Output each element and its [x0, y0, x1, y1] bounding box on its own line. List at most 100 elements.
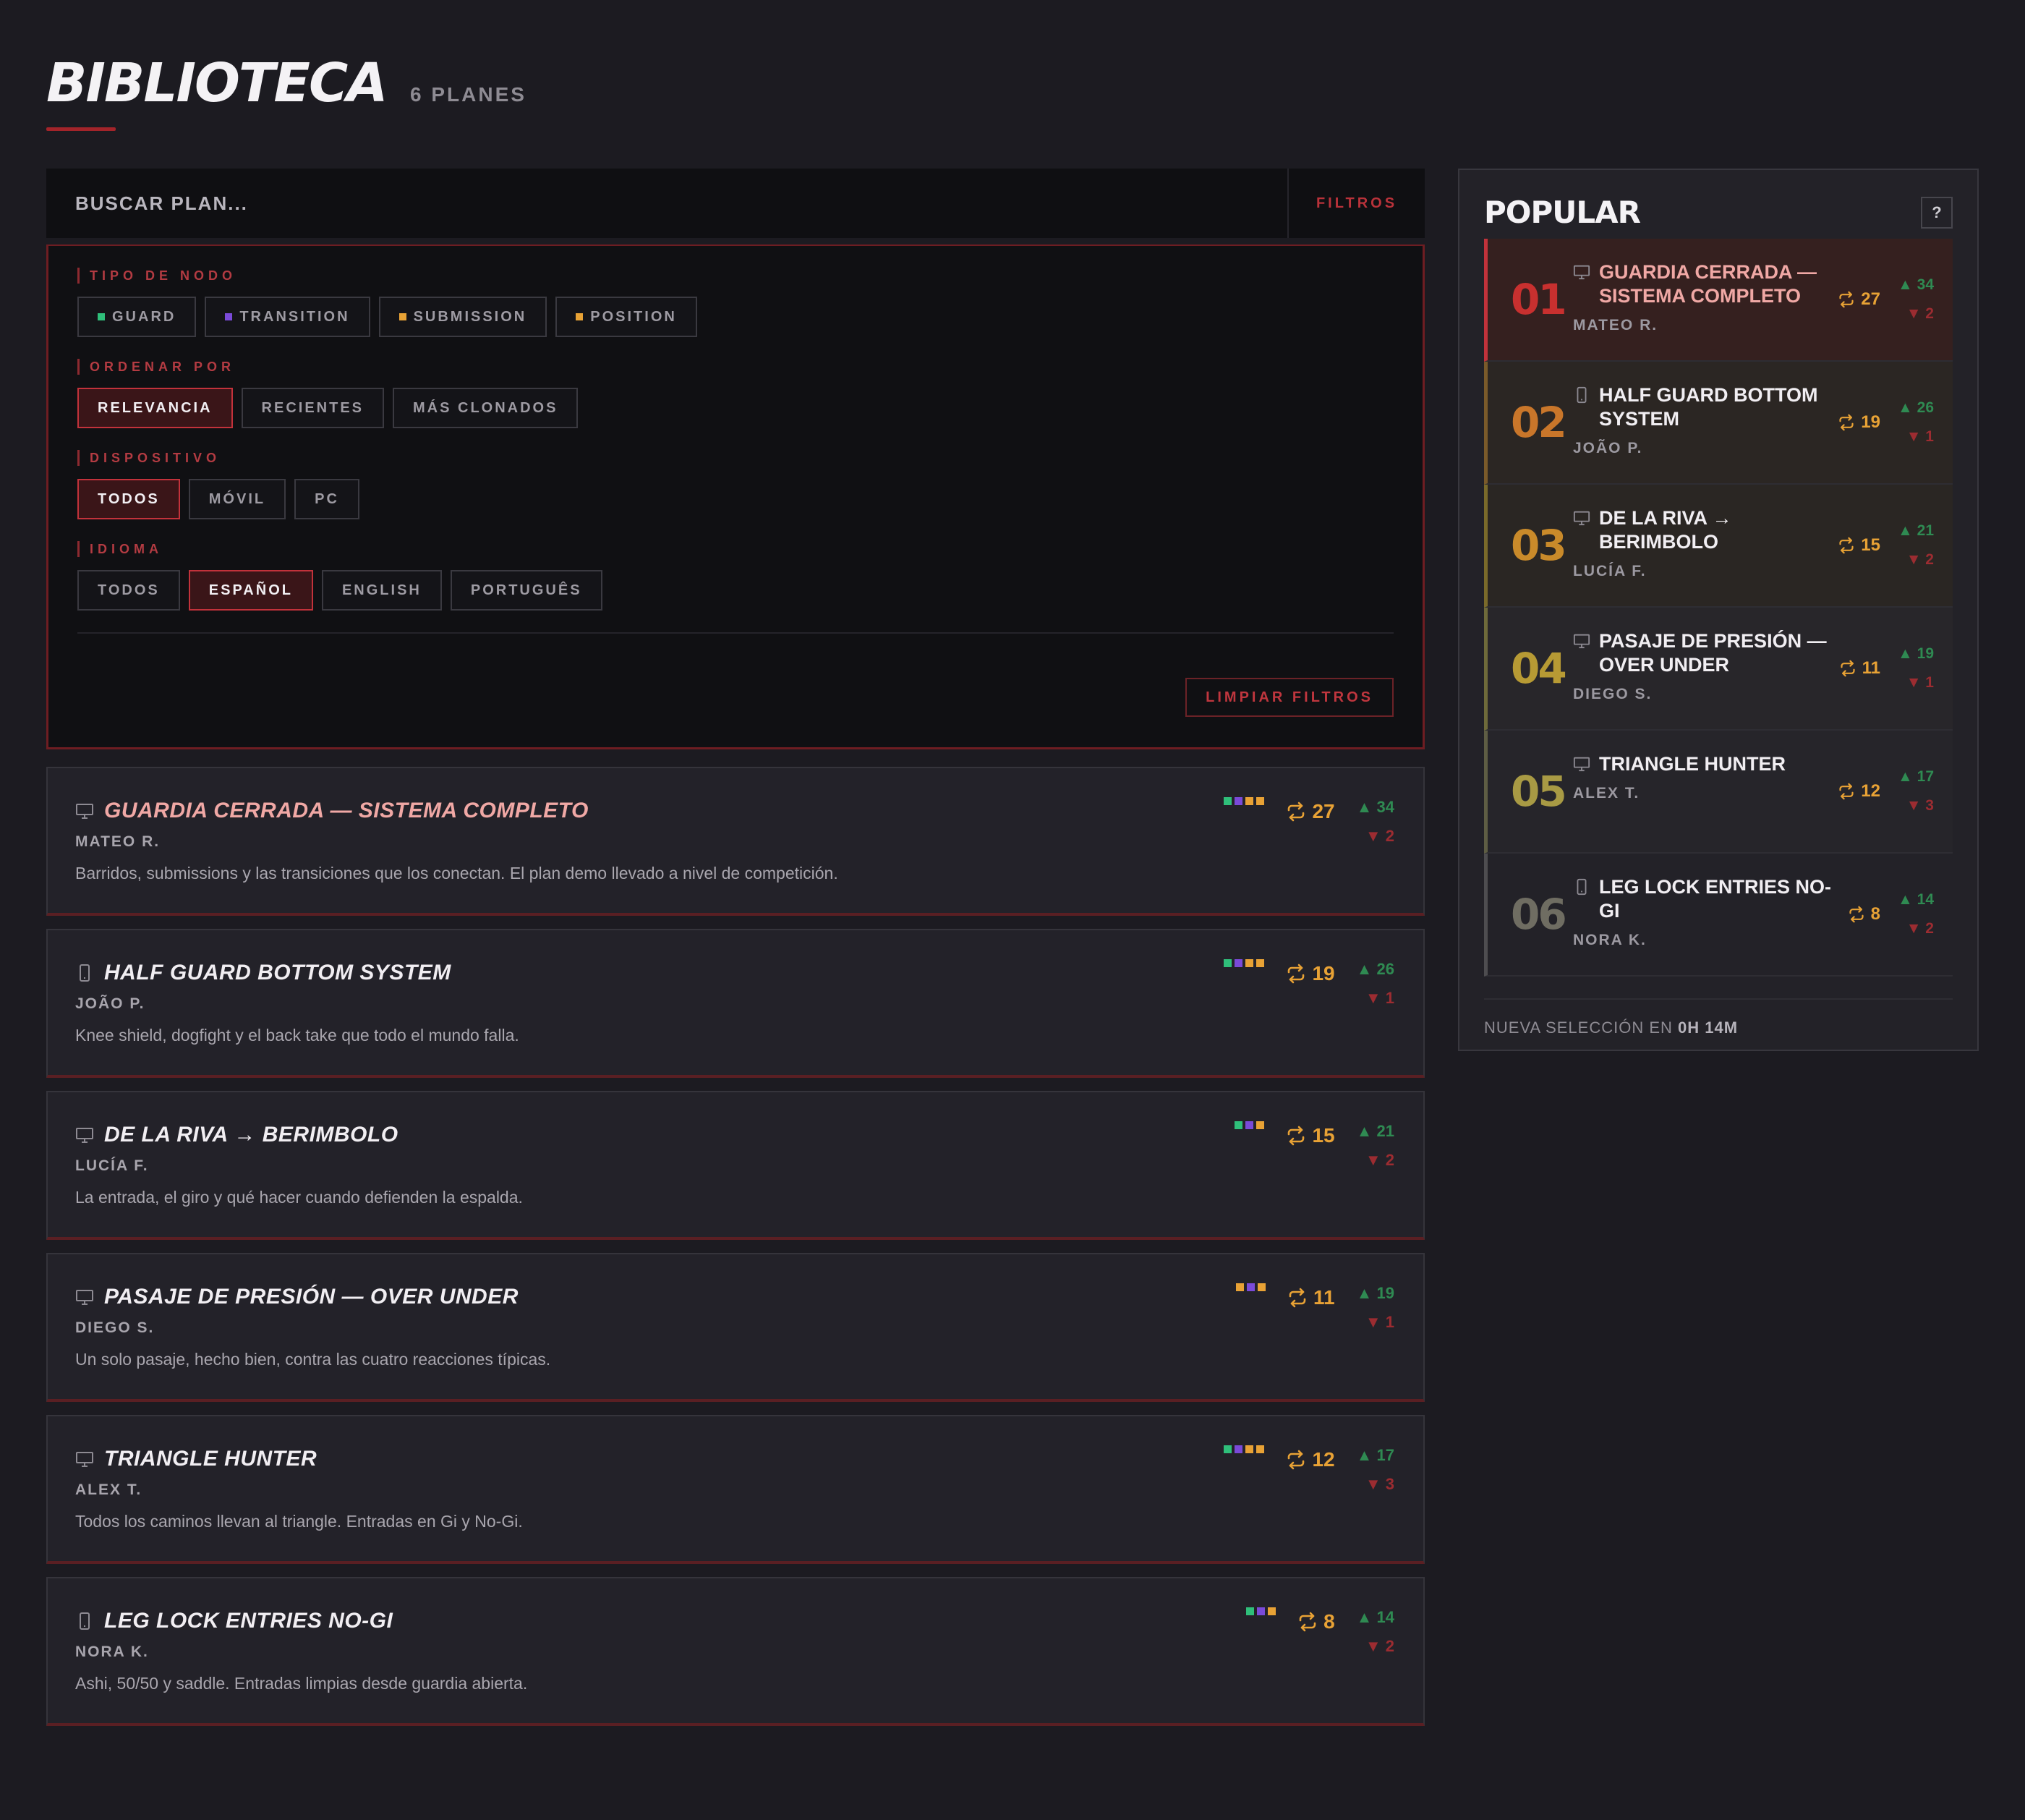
search-input[interactable] — [46, 169, 1287, 238]
clone-icon — [1838, 291, 1855, 308]
chip-language-portugues[interactable]: PORTUGUÊS — [450, 570, 602, 611]
chip-label: POSITION — [590, 308, 677, 325]
desktop-icon — [1573, 509, 1590, 527]
popular-item[interactable]: 05 TRIANGLE HUNTER ALEX T. 12 ▲ 17 ▼ 3 — [1484, 731, 1953, 854]
plan-title: HALF GUARD BOTTOM SYSTEM — [104, 961, 451, 985]
mobile-icon — [1573, 878, 1590, 896]
popular-item[interactable]: 03 DE LA RIVA → BERIMBOLO LUCÍA F. 15 ▲ 21 ▼ … — [1484, 485, 1953, 608]
clone-count: 11 — [1838, 658, 1880, 679]
downvote-count[interactable]: ▼ 3 — [1357, 1470, 1394, 1499]
node-type-dot — [1256, 797, 1265, 805]
page-title: BIBLIOTECA — [46, 52, 388, 114]
popular-item[interactable]: 02 HALF GUARD BOTTOM SYSTEM JOÃO P. 19 ▲ 26 ▼… — [1484, 362, 1953, 485]
downvote-count[interactable]: ▼ 1 — [1357, 984, 1394, 1013]
plan-card[interactable]: DE LA RIVA → BERIMBOLO LUCÍA F. La entrada… — [46, 1091, 1425, 1240]
upvote-count[interactable]: ▲ 19 — [1357, 1279, 1394, 1308]
chip-node-position[interactable]: POSITION — [555, 297, 697, 337]
plan-stats: 19 ▲ 26 ▼ 1 — [1224, 955, 1394, 1013]
downvote-count: ▼ 2 — [1906, 920, 1934, 937]
node-type-dot — [1235, 1445, 1243, 1453]
chip-label: SUBMISSION — [413, 308, 527, 325]
filter-group-language: IDIOMA TODOS ESPAÑOL ENGLISH PORTUGUÊS — [77, 541, 1394, 611]
filter-group-label: TIPO DE NODO — [77, 268, 1394, 284]
chip-sort-recientes[interactable]: RECIENTES — [241, 388, 384, 428]
upvote-count[interactable]: ▲ 34 — [1357, 793, 1394, 822]
popular-item-body: PASAJE DE PRESIÓN — OVER UNDER DIEGO S. — [1573, 629, 1833, 703]
upvote-count: ▲ 26 — [1898, 399, 1934, 416]
popular-item-name: TRIANGLE HUNTER — [1573, 752, 1833, 776]
chip-sort-mas-clonados[interactable]: MÁS CLONADOS — [393, 388, 579, 428]
rank-number: 01 — [1511, 275, 1567, 324]
plan-card[interactable]: TRIANGLE HUNTER ALEX T. Todos los caminos … — [46, 1415, 1425, 1564]
downvote-count[interactable]: ▼ 2 — [1357, 1632, 1394, 1661]
clone-count: 27 — [1286, 800, 1335, 823]
popular-item[interactable]: 04 PASAJE DE PRESIÓN — OVER UNDER DIEGO S.… — [1484, 608, 1953, 731]
downvote-count: ▼ 3 — [1906, 797, 1934, 814]
filter-group-device: DISPOSITIVO TODOS MÓVIL PC — [77, 450, 1394, 519]
upvote-count: ▲ 19 — [1898, 645, 1934, 662]
popular-item[interactable]: 01 GUARDIA CERRADA — SISTEMA COMPLETO MATE… — [1484, 239, 1953, 362]
node-type-dot — [1246, 1607, 1255, 1615]
upvote-count[interactable]: ▲ 26 — [1357, 955, 1394, 984]
node-type-dot — [1256, 959, 1265, 967]
popular-item[interactable]: 06 LEG LOCK ENTRIES NO-GI NORA K. 8 ▲ 14 ▼ 2 — [1484, 854, 1953, 977]
chip-device-todos[interactable]: TODOS — [77, 479, 180, 519]
upvote-count[interactable]: ▲ 17 — [1357, 1441, 1394, 1470]
chip-language-todos[interactable]: TODOS — [77, 570, 180, 611]
chip-language-espanol[interactable]: ESPAÑOL — [188, 570, 313, 611]
chip-device-movil[interactable]: MÓVIL — [188, 479, 286, 519]
desktop-icon — [75, 1126, 94, 1144]
clone-count-value: 12 — [1312, 1448, 1335, 1471]
chip-node-guard[interactable]: GUARD — [77, 297, 197, 337]
popular-panel: POPULAR ? 01 GUARDIA CERRADA — SISTEMA CO… — [1458, 169, 1979, 1051]
upvote-count[interactable]: ▲ 21 — [1357, 1117, 1394, 1146]
clone-count: 19 — [1836, 412, 1880, 433]
filter-panel: TIPO DE NODO GUARD TRANSITION SUBMISSION PO… — [46, 244, 1425, 749]
node-type-dot — [1245, 959, 1254, 967]
downvote-count[interactable]: ▼ 2 — [1357, 822, 1394, 851]
clone-count-value: 27 — [1861, 289, 1880, 309]
downvote-count: ▼ 1 — [1906, 428, 1934, 445]
node-type-indicators — [1224, 1445, 1265, 1453]
clone-icon — [1839, 660, 1856, 677]
chip-node-transition[interactable]: TRANSITION — [205, 297, 370, 337]
plan-title: LEG LOCK ENTRIES NO-GI — [104, 1609, 393, 1633]
plan-stats: 15 ▲ 21 ▼ 2 — [1235, 1117, 1394, 1175]
footer-prefix: NUEVA SELECCIÓN EN — [1484, 1019, 1673, 1037]
plan-stats: 11 ▲ 19 ▼ 1 — [1236, 1279, 1394, 1337]
clone-icon — [1286, 1126, 1306, 1146]
vote-counts: ▲ 19 ▼ 1 — [1898, 639, 1934, 697]
plan-title-row: LEG LOCK ENTRIES NO-GI — [75, 1609, 1396, 1633]
vote-counts: ▲ 19 ▼ 1 — [1357, 1279, 1394, 1337]
chip-language-english[interactable]: ENGLISH — [321, 570, 442, 611]
chip-device-pc[interactable]: PC — [294, 479, 359, 519]
filters-toggle-button[interactable]: FILTROS — [1287, 169, 1425, 238]
mobile-icon — [75, 1612, 94, 1630]
vote-counts: ▲ 17 ▼ 3 — [1898, 762, 1934, 820]
popular-header: POPULAR ? — [1484, 195, 1953, 230]
downvote-count[interactable]: ▼ 2 — [1357, 1146, 1394, 1175]
node-type-dot — [1268, 1607, 1276, 1615]
chip-node-submission[interactable]: SUBMISSION — [378, 297, 547, 337]
node-type-dot — [1256, 1445, 1265, 1453]
upvote-count[interactable]: ▲ 14 — [1357, 1603, 1394, 1632]
plan-count: 6 PLANES — [410, 83, 526, 106]
panel-divider — [77, 632, 1394, 634]
vote-counts: ▲ 14 ▼ 2 — [1898, 885, 1934, 943]
node-type-dot — [1245, 1121, 1254, 1129]
clear-filters-button[interactable]: LIMPIAR FILTROS — [1185, 678, 1394, 717]
plan-card[interactable]: HALF GUARD BOTTOM SYSTEM JOÃO P. Knee shie… — [46, 929, 1425, 1078]
clone-count: 12 — [1836, 781, 1880, 801]
plan-card[interactable]: PASAJE DE PRESIÓN — OVER UNDER DIEGO S. Un… — [46, 1253, 1425, 1402]
downvote-count[interactable]: ▼ 1 — [1357, 1308, 1394, 1337]
help-button[interactable]: ? — [1921, 196, 1953, 229]
title-underline — [46, 127, 116, 131]
node-type-dot — [1224, 797, 1232, 805]
desktop-icon — [75, 1450, 94, 1468]
plan-description: Ashi, 50/50 y saddle. Entradas limpias d… — [75, 1674, 528, 1693]
plan-card[interactable]: LEG LOCK ENTRIES NO-GI NORA K. Ashi, 50/50… — [46, 1577, 1425, 1726]
chip-sort-relevancia[interactable]: RELEVANCIA — [77, 388, 233, 428]
vote-counts: ▲ 34 ▼ 2 — [1357, 793, 1394, 851]
plan-card[interactable]: GUARDIA CERRADA — SISTEMA COMPLETO MATEO … — [46, 767, 1425, 916]
plan-author: DIEGO S. — [75, 1319, 155, 1336]
